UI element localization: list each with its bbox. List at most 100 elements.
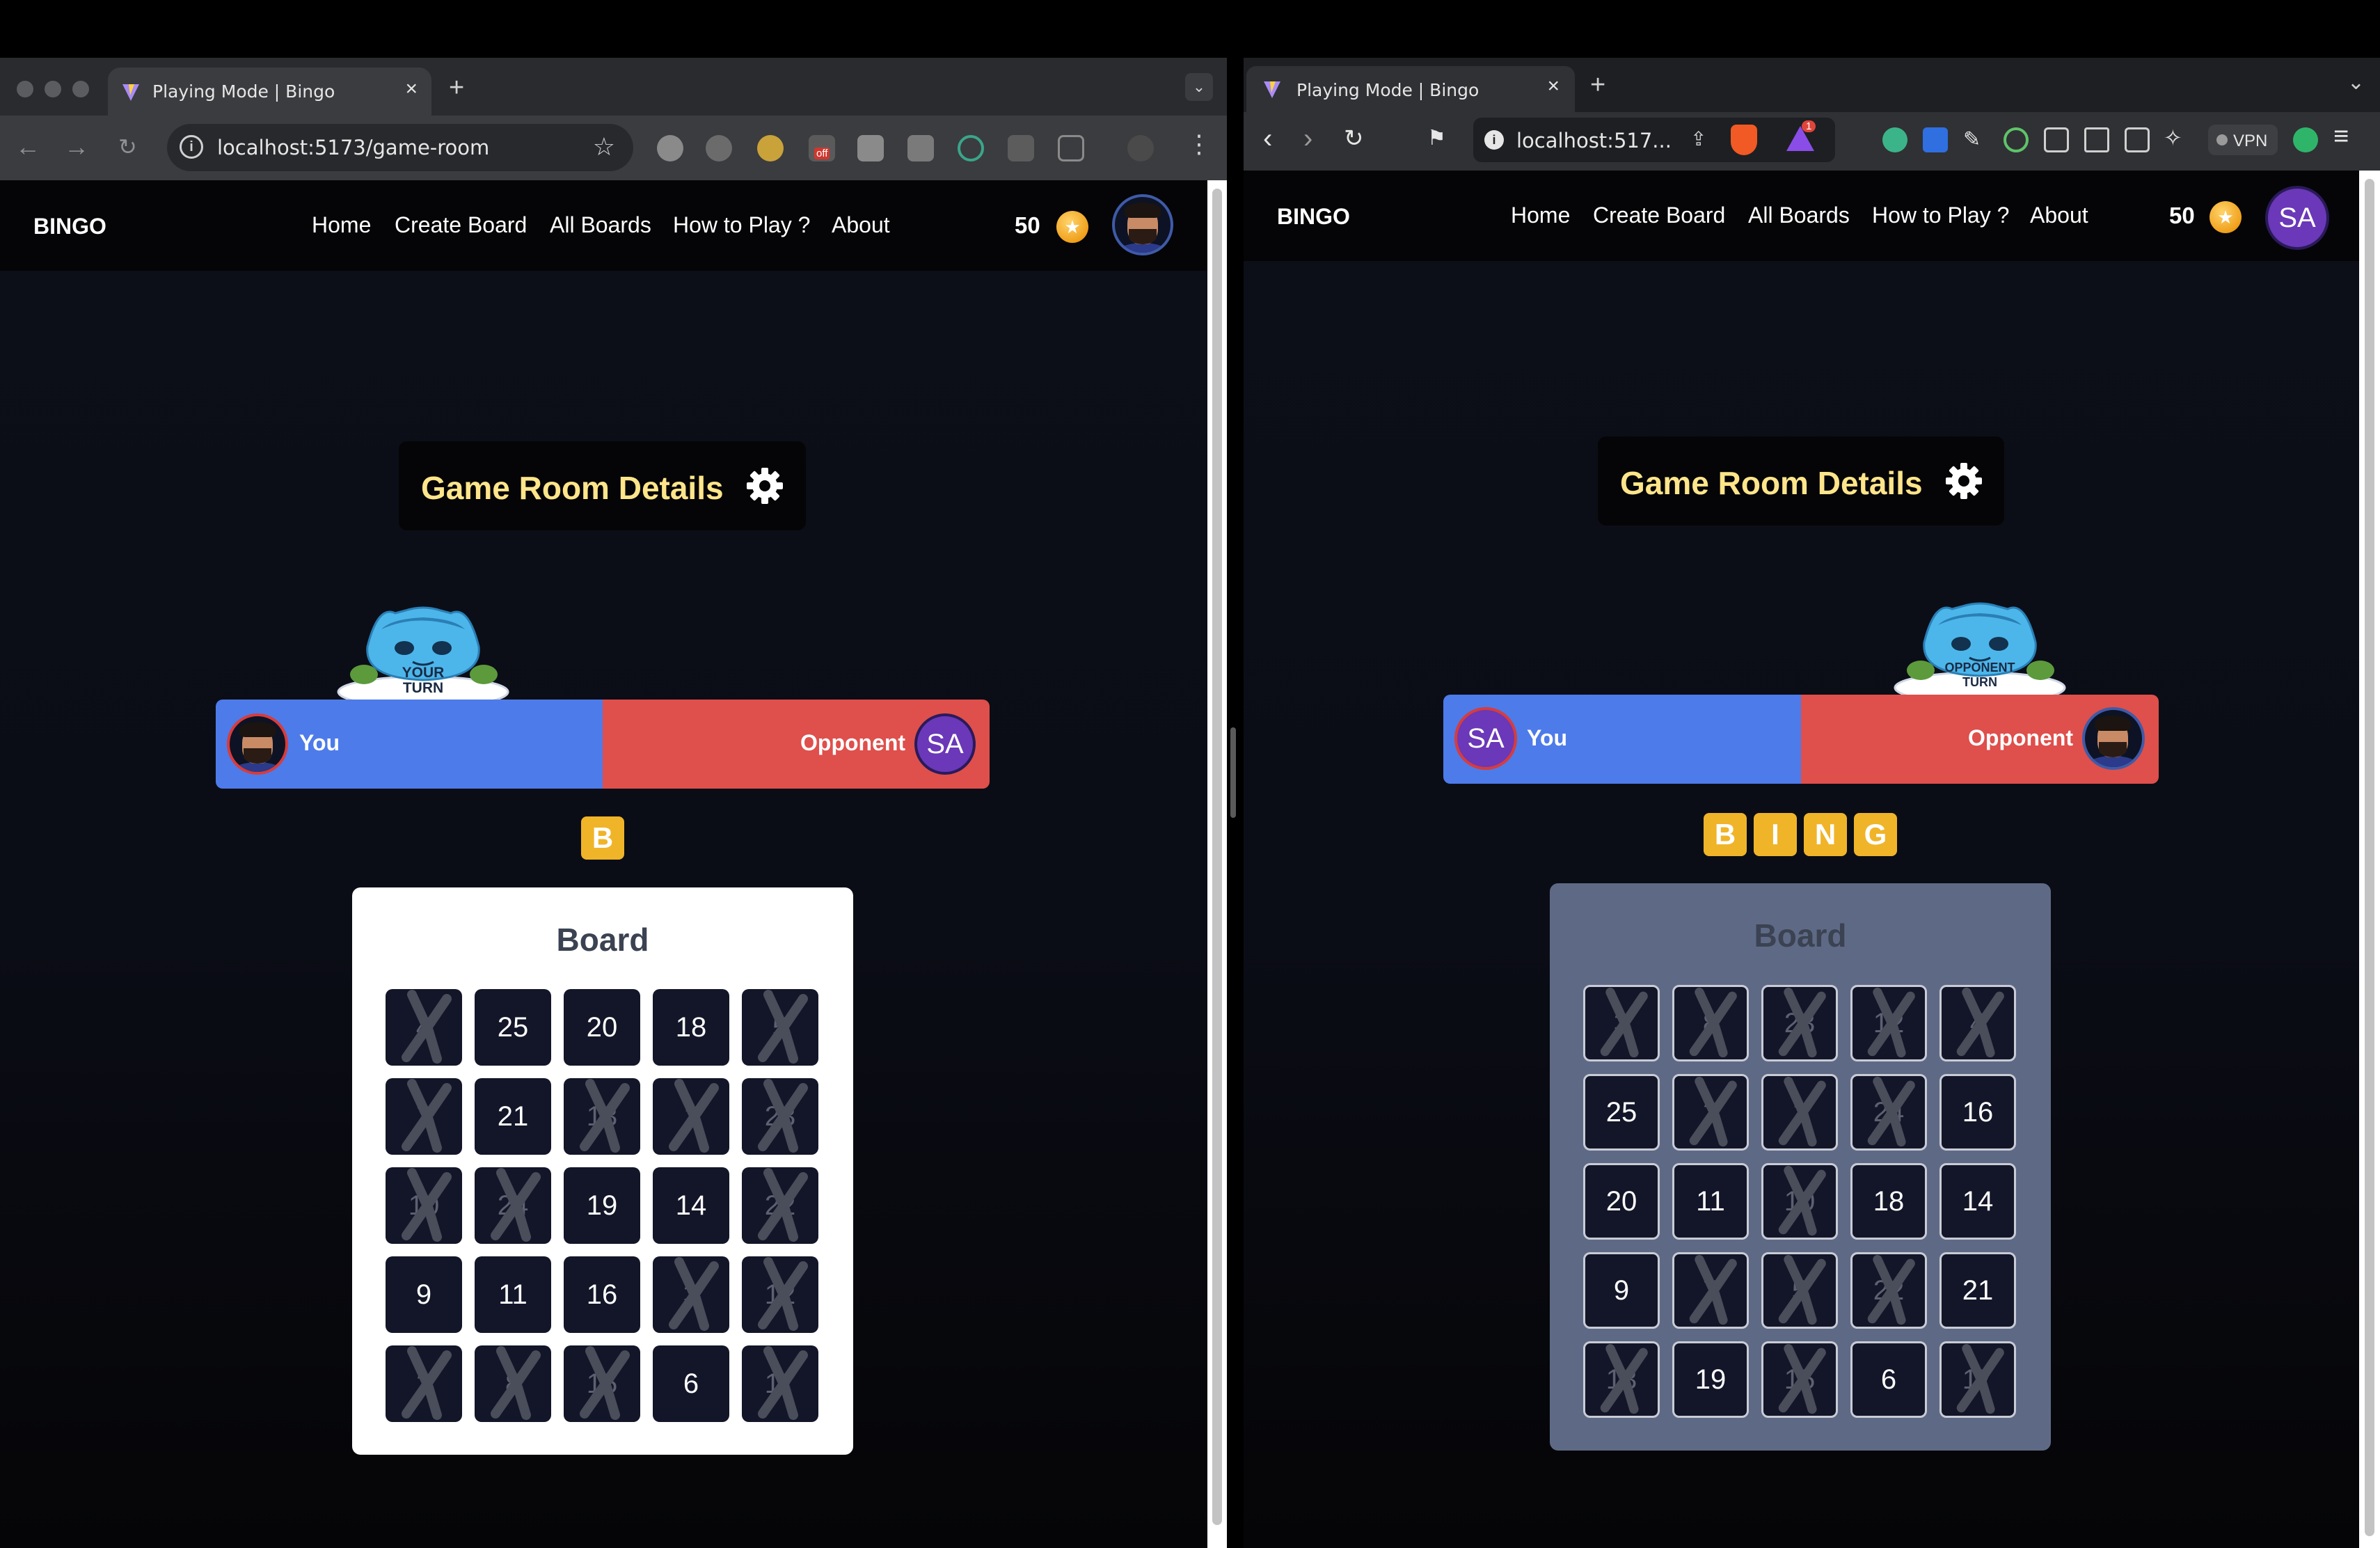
board-cell[interactable]: 19 — [564, 1167, 640, 1244]
forward-arrow-icon[interactable]: → — [64, 132, 89, 161]
tab-list-chevron-icon[interactable]: ⌄ — [2347, 70, 2365, 95]
nav-all-boards[interactable]: All Boards — [550, 212, 651, 238]
board-cell[interactable]: 10 — [386, 1167, 462, 1244]
game-room-details-button[interactable]: Game Room Details — [399, 441, 806, 530]
address-bar[interactable]: i localhost:517... ⇪ — [1473, 118, 1835, 162]
browser-tab[interactable]: Playing Mode | Bingo × — [108, 68, 431, 116]
extension-icon[interactable] — [706, 135, 732, 161]
nav-create-board[interactable]: Create Board — [395, 212, 527, 238]
board-cell[interactable]: 17 — [742, 1345, 818, 1422]
brand-logo[interactable]: BINGO — [1277, 204, 1350, 230]
url-text[interactable]: localhost:5173/game-room — [217, 136, 489, 159]
board-cell[interactable]: 16 — [1939, 1074, 2016, 1151]
board-cell[interactable]: 3 — [1583, 985, 1660, 1061]
board-cell[interactable]: 9 — [1583, 1252, 1660, 1329]
extension-icon[interactable] — [757, 135, 784, 161]
board-cell[interactable]: 22 — [742, 1167, 818, 1244]
vertical-scrollbar[interactable] — [1207, 180, 1227, 1548]
nav-all-boards[interactable]: All Boards — [1748, 203, 1850, 228]
board-cell[interactable]: 16 — [564, 1256, 640, 1333]
board-cell[interactable]: 12 — [742, 1256, 818, 1333]
tab-search-button[interactable]: ⌄ — [1185, 73, 1213, 101]
minimize-window-button[interactable] — [45, 81, 61, 97]
board-cell[interactable]: 3 — [653, 1256, 729, 1333]
nav-about[interactable]: About — [2030, 203, 2088, 228]
bookmark-icon[interactable]: ⚑ — [1427, 126, 1446, 150]
board-cell[interactable]: 7 — [386, 1078, 462, 1155]
extension-icon[interactable] — [907, 135, 934, 161]
address-bar[interactable]: i localhost:5173/game-room ☆ — [167, 124, 633, 171]
extensions-puzzle-icon[interactable] — [1058, 135, 1084, 161]
board-cell[interactable]: 24 — [475, 1167, 551, 1244]
extension-icon[interactable] — [2293, 127, 2318, 152]
extension-icon[interactable] — [2004, 127, 2029, 152]
board-cell[interactable]: 4 — [386, 989, 462, 1066]
menu-dots-icon[interactable]: ⋮ — [1187, 129, 1212, 159]
board-cell[interactable]: 25 — [1583, 1074, 1660, 1151]
board-cell[interactable]: 13 — [1583, 1341, 1660, 1418]
wallet-icon[interactable] — [2125, 127, 2150, 152]
close-window-button[interactable] — [17, 81, 33, 97]
site-info-icon[interactable]: i — [180, 135, 203, 159]
share-icon[interactable]: ⇪ — [1690, 127, 1706, 150]
board-cell[interactable]: 10 — [1761, 1163, 1838, 1240]
vertical-scrollbar[interactable] — [2359, 171, 2380, 1548]
nav-create-board[interactable]: Create Board — [1593, 203, 1725, 228]
brand-logo[interactable]: BINGO — [33, 214, 106, 239]
board-cell[interactable]: 1 — [1761, 1074, 1838, 1151]
extension-icon[interactable] — [1923, 127, 1948, 152]
game-room-details-button[interactable]: Game Room Details — [1598, 436, 2004, 526]
brave-shields-icon[interactable] — [1731, 125, 1757, 155]
board-cell[interactable]: 5 — [742, 989, 818, 1066]
forward-chevron-icon[interactable]: › — [1303, 123, 1312, 155]
leo-ai-icon[interactable]: ✧ — [2164, 125, 2182, 151]
nav-how-to-play[interactable]: How to Play ? — [673, 212, 810, 238]
board-cell[interactable]: 23 — [742, 1078, 818, 1155]
board-cell[interactable]: 9 — [386, 1256, 462, 1333]
board-cell[interactable]: 15 — [564, 1345, 640, 1422]
board-cell[interactable]: 14 — [1939, 1163, 2016, 1240]
hamburger-menu-icon[interactable]: ≡ — [2333, 122, 2349, 152]
board-cell[interactable]: 21 — [1939, 1252, 2016, 1329]
extension-icon[interactable] — [958, 135, 984, 161]
browser-tab[interactable]: Playing Mode | Bingo × — [1246, 66, 1575, 112]
sidebar-icon[interactable] — [2084, 127, 2109, 152]
board-cell[interactable]: 12 — [1850, 985, 1927, 1061]
board-cell[interactable]: 13 — [564, 1078, 640, 1155]
extension-icon[interactable] — [1008, 135, 1034, 161]
user-avatar[interactable]: SA — [2265, 186, 2329, 250]
board-cell[interactable]: 22 — [1850, 1252, 1927, 1329]
board-cell[interactable]: 24 — [1850, 1074, 1927, 1151]
profile-icon[interactable] — [1127, 135, 1154, 161]
board-cell[interactable]: 18 — [1850, 1163, 1927, 1240]
url-text[interactable]: localhost:517... — [1516, 129, 1672, 152]
nav-how-to-play[interactable]: How to Play ? — [1872, 203, 2009, 228]
extension-icon[interactable] — [857, 135, 884, 161]
reload-icon[interactable]: ↻ — [118, 134, 137, 160]
board-cell[interactable]: 14 — [653, 1167, 729, 1244]
window-split-handle[interactable] — [1230, 727, 1236, 818]
board-cell[interactable]: 6 — [653, 1345, 729, 1422]
board-cell[interactable]: 20 — [1583, 1163, 1660, 1240]
board-cell[interactable]: 8 — [475, 1345, 551, 1422]
back-arrow-icon[interactable]: ← — [15, 132, 40, 161]
extension-icon[interactable] — [657, 135, 683, 161]
extensions-puzzle-icon[interactable] — [2044, 127, 2069, 152]
board-cell[interactable]: 2 — [386, 1345, 462, 1422]
board-cell[interactable]: 20 — [564, 989, 640, 1066]
back-chevron-icon[interactable]: ‹ — [1263, 123, 1272, 155]
board-cell[interactable]: 17 — [1939, 1341, 2016, 1418]
vpn-button[interactable]: VPN — [2208, 125, 2278, 155]
extension-icon[interactable]: off — [809, 135, 835, 161]
board-cell[interactable]: 6 — [1850, 1341, 1927, 1418]
eyedropper-icon[interactable]: ✎ — [1963, 127, 1988, 152]
board-cell[interactable]: 8 — [1672, 985, 1749, 1061]
board-cell[interactable]: 7 — [1672, 1252, 1749, 1329]
board-cell[interactable]: 25 — [475, 989, 551, 1066]
new-tab-button[interactable]: + — [449, 73, 464, 103]
site-info-icon[interactable]: i — [1484, 130, 1504, 150]
nav-home[interactable]: Home — [312, 212, 371, 238]
board-cell[interactable]: 11 — [1672, 1163, 1749, 1240]
extension-icon[interactable] — [1882, 127, 1907, 152]
board-cell[interactable]: 5 — [1761, 1252, 1838, 1329]
